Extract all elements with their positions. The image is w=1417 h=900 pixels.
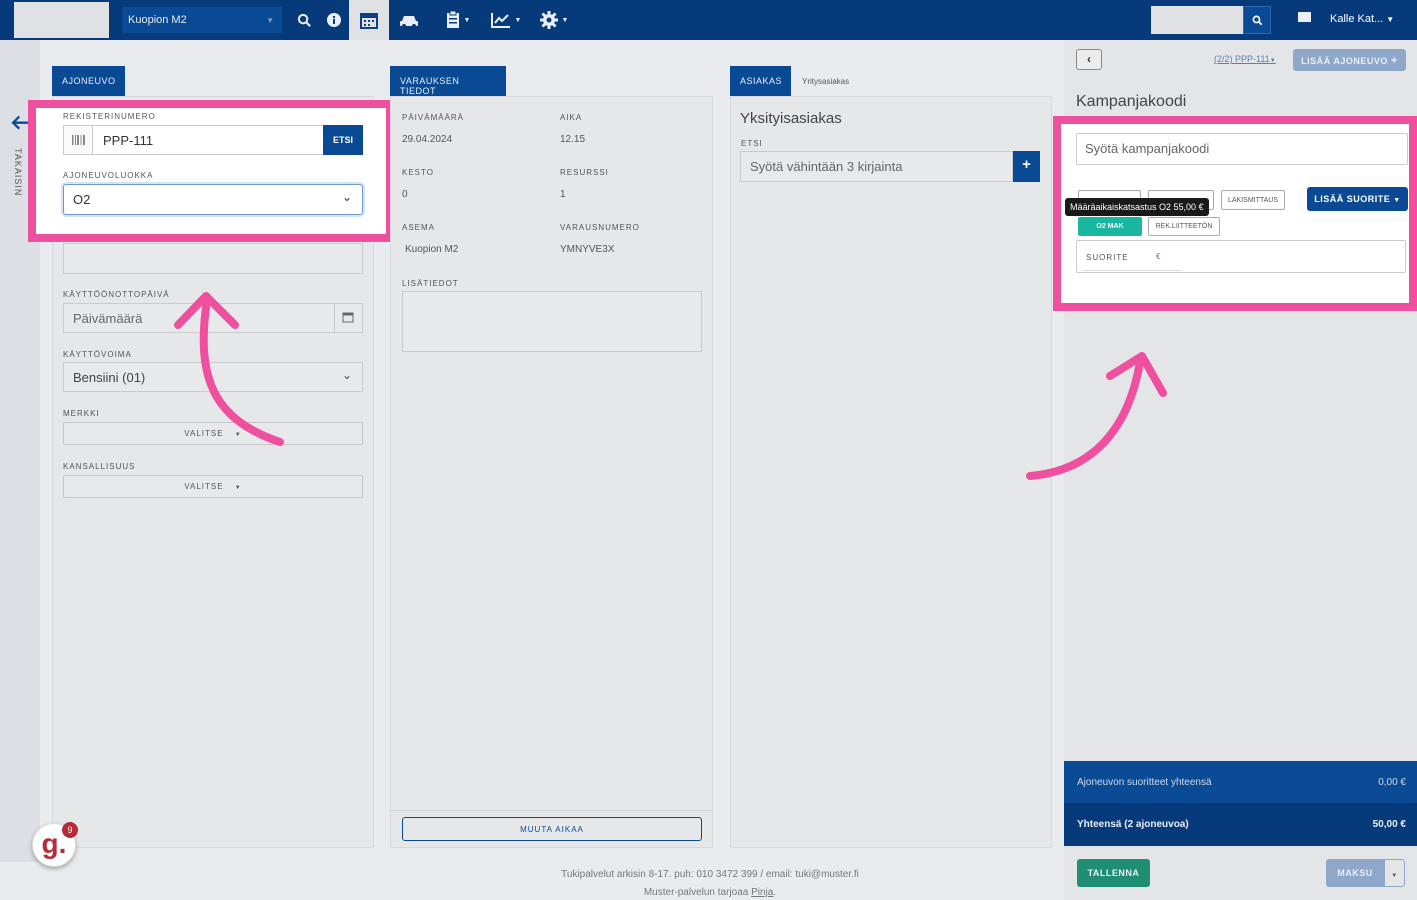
annotation-arrows: [174, 292, 1167, 480]
